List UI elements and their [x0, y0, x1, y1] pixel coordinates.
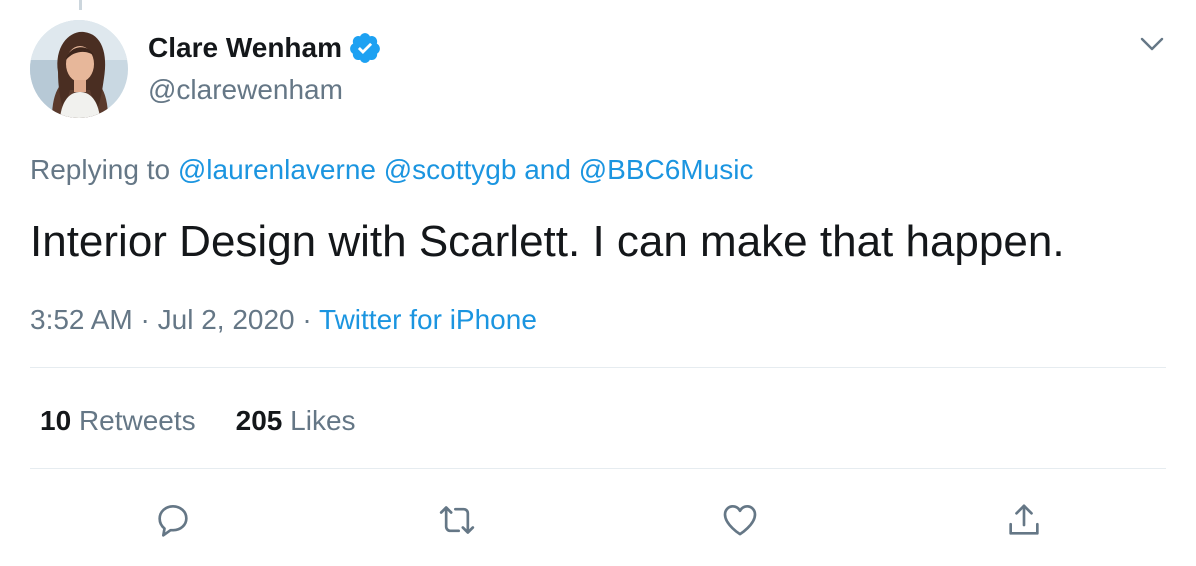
retweets-stat[interactable]: 10 Retweets — [40, 403, 196, 439]
author-handle[interactable]: @clarewenham — [148, 72, 343, 108]
retweets-label: Retweets — [78, 405, 196, 436]
mention-bbc6music[interactable]: @BBC6Music — [579, 154, 754, 185]
mention-laurenlaverne[interactable]: @laurenlaverne — [178, 154, 376, 185]
replying-to-prefix: Replying to — [30, 154, 171, 185]
reply-icon[interactable] — [153, 500, 193, 540]
tweet-meta: 3:52 AM · Jul 2, 2020 · Twitter for iPho… — [30, 302, 537, 338]
chevron-down-icon[interactable] — [1136, 30, 1168, 58]
avatar[interactable] — [30, 20, 128, 118]
tweet-time[interactable]: 3:52 AM — [30, 304, 133, 335]
divider — [30, 468, 1166, 469]
retweet-icon[interactable] — [437, 500, 477, 540]
likes-label: Likes — [290, 405, 356, 436]
likes-stat[interactable]: 205 Likes — [236, 403, 356, 439]
retweets-count: 10 — [40, 405, 72, 436]
heart-icon[interactable] — [720, 500, 760, 540]
likes-count: 205 — [235, 405, 283, 436]
mention-scottygb[interactable]: @scottygb — [384, 154, 517, 185]
meta-separator: · — [302, 304, 312, 335]
share-icon[interactable] — [1004, 500, 1044, 540]
author-display-name[interactable]: Clare Wenham — [148, 30, 342, 66]
tweet-source-link[interactable]: Twitter for iPhone — [319, 304, 537, 335]
tweet-stats: 10 Retweets 205 Likes — [40, 403, 396, 439]
tweet-text: Interior Design with Scarlett. I can mak… — [30, 217, 1065, 266]
meta-separator: · — [140, 304, 150, 335]
tweet-date[interactable]: Jul 2, 2020 — [158, 304, 295, 335]
divider — [30, 367, 1166, 368]
thread-connector-line — [79, 0, 82, 10]
mention-conjunction[interactable]: and — [524, 154, 571, 185]
verified-badge-icon — [348, 31, 382, 65]
replying-to: Replying to @laurenlaverne @scottygb and… — [30, 152, 753, 188]
author-name-row[interactable]: Clare Wenham — [148, 30, 382, 66]
